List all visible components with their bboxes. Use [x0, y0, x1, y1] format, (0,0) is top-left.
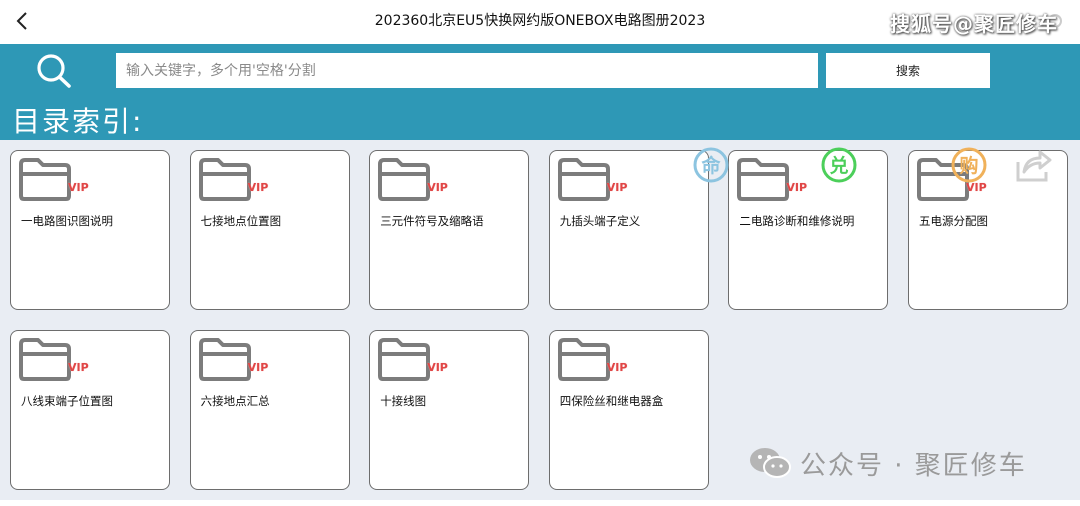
vip-badge: VIP	[786, 181, 808, 194]
folder-icon	[19, 338, 71, 381]
watermark-top: 搜狐号@聚匠修车	[890, 12, 1058, 36]
folder-card[interactable]: VIP 八线束端子位置图	[10, 330, 170, 490]
folder-label: 三元件符号及缩略语	[380, 214, 484, 228]
folder-card[interactable]: VIP 七接地点位置图	[189, 150, 350, 310]
vip-badge: VIP	[427, 181, 448, 194]
folder-label: 七接地点位置图	[200, 214, 282, 228]
index-title: 目录索引:	[12, 105, 144, 138]
action-glyph: 命	[701, 154, 721, 177]
share-icon[interactable]	[1014, 146, 1052, 184]
folder-icon	[737, 158, 790, 201]
redeem-icon[interactable]: 兑	[820, 146, 858, 184]
vip-badge: VIP	[606, 181, 628, 194]
vip-badge: VIP	[247, 361, 269, 374]
folder-label: 八线束端子位置图	[21, 394, 113, 408]
folder-label: 二电路诊断和维修说明	[739, 214, 855, 228]
folder-label: 六接地点汇总	[200, 394, 270, 408]
folder-icon	[198, 158, 251, 201]
watermark-bottom: 公众号 · 聚匠修车	[748, 444, 1027, 482]
wechat-icon	[750, 448, 791, 478]
search-icon[interactable]	[34, 52, 74, 90]
folder-icon	[378, 338, 431, 381]
vip-badge: VIP	[247, 181, 269, 194]
folder-card[interactable]: VIP 一电路图识图说明	[10, 150, 170, 310]
folder-card[interactable]: VIP 十接线图	[369, 330, 530, 490]
folder-label: 五电源分配图	[919, 214, 988, 228]
title-bar: 202360北京EU5快换网约版ONEBOX电路图册2023 搜狐号@聚匠修车	[0, 0, 1080, 44]
folder-card[interactable]: VIP 六接地点汇总	[189, 330, 350, 490]
search-bar: 搜索	[0, 44, 1080, 96]
vip-badge: VIP	[427, 361, 448, 374]
vip-badge: VIP	[68, 361, 89, 374]
search-input[interactable]	[116, 53, 818, 88]
folder-icon	[378, 158, 431, 201]
search-button[interactable]: 搜索	[826, 53, 990, 88]
index-header: 目录索引:	[0, 96, 1080, 140]
watermark-text: 公众号 · 聚匠修车	[800, 450, 1027, 481]
folder-card[interactable]: VIP 九插头端子定义	[548, 150, 709, 310]
folder-label: 一电路图识图说明	[21, 214, 113, 228]
vip-badge: VIP	[606, 361, 628, 374]
folder-icon	[557, 158, 610, 201]
buy-icon[interactable]: 购	[950, 146, 988, 184]
folder-label: 九插头端子定义	[559, 214, 641, 228]
folder-icon	[19, 158, 71, 201]
action-glyph: 兑	[829, 154, 848, 177]
vip-badge: VIP	[68, 181, 89, 194]
folder-label: 四保险丝和继电器盒	[559, 394, 664, 408]
folder-label: 十接线图	[380, 394, 427, 408]
folder-icon	[557, 338, 610, 381]
folder-card[interactable]: VIP 四保险丝和继电器盒	[548, 330, 709, 490]
folder-card[interactable]: VIP 三元件符号及缩略语	[369, 150, 530, 310]
folder-card[interactable]: VIP 二电路诊断和维修说明	[728, 150, 889, 310]
action-glyph: 购	[959, 154, 978, 177]
folder-icon	[198, 338, 251, 381]
claim-icon[interactable]: 命	[692, 146, 730, 184]
